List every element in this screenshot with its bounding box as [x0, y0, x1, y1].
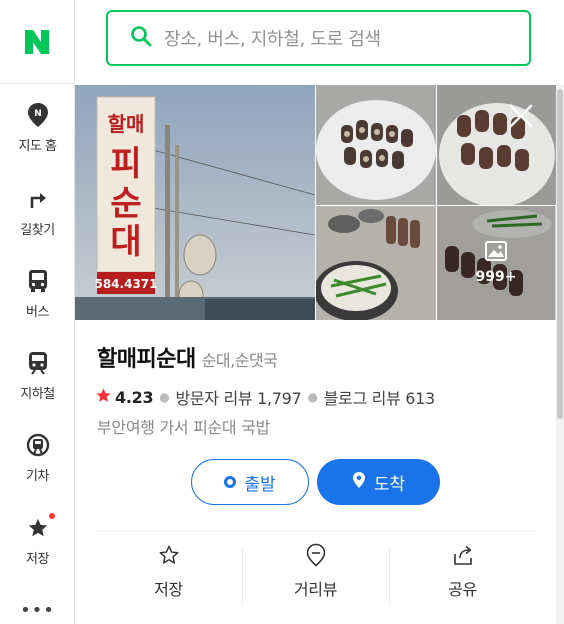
place-description: 부안여행 가서 피순대 국밥 — [97, 418, 270, 437]
destination-pin-icon — [352, 471, 366, 494]
photo-gallery: 할매 피 순 대 584.4371 999+ — [75, 85, 556, 320]
blog-reviews-link[interactable]: 블로그 리뷰 613 — [324, 385, 436, 409]
food-photo-1[interactable] — [316, 85, 436, 205]
side-nav: N 지도 홈 길찾기 버스 지하철 기차 저장 ••• — [0, 0, 75, 624]
train-icon — [25, 432, 51, 458]
action-label: 공유 — [448, 580, 477, 599]
search-icon — [130, 25, 152, 51]
scrollbar-thumb[interactable] — [557, 89, 563, 419]
sidebar-label: 저장 — [26, 552, 49, 567]
close-button[interactable] — [508, 103, 534, 129]
depart-label: 출발 — [244, 474, 276, 495]
place-title-row: 할매피순대 순대,순댓국 — [97, 341, 278, 373]
main-photo[interactable]: 할매 피 순 대 584.4371 — [75, 85, 315, 320]
star-outline-icon — [157, 543, 181, 567]
share-action-button[interactable]: 공유 — [389, 543, 536, 603]
sidebar-label: 버스 — [26, 305, 49, 320]
naver-n-icon — [25, 29, 49, 54]
place-panel: 할매 피 순 대 584.4371 999+ 할매피순대 순대,순댓국 4.23… — [75, 85, 556, 624]
map-pin-n-icon: N — [25, 102, 51, 128]
origin-dot-icon — [224, 476, 237, 488]
naver-logo[interactable] — [0, 0, 74, 84]
photo-count: 999+ — [475, 269, 517, 285]
star-icon — [25, 513, 55, 541]
more-menu-button[interactable]: ••• — [0, 600, 75, 621]
notification-dot — [48, 513, 55, 519]
sidebar-item-directions[interactable]: 길찾기 — [0, 186, 75, 238]
search-box[interactable]: 장소, 버스, 지하철, 도로 검색 — [106, 10, 531, 66]
rating-value: 4.23 — [115, 387, 154, 407]
sidebar-item-bus[interactable]: 버스 — [0, 268, 75, 320]
separator-dot: ● — [307, 390, 318, 404]
sign-phone: 584.4371 — [94, 277, 157, 291]
sidebar-item-subway[interactable]: 지하철 — [0, 350, 75, 402]
panel-scrollbar[interactable] — [556, 85, 564, 624]
action-label: 거리뷰 — [293, 580, 338, 599]
svg-text:N: N — [34, 109, 42, 119]
street-view-action-button[interactable]: 거리뷰 — [242, 543, 389, 603]
visitor-reviews-link[interactable]: 방문자 리뷰 1,797 — [175, 385, 301, 409]
sign-text-bottom: 대 — [110, 222, 141, 262]
rating-star-icon — [95, 387, 112, 408]
food-photo-3[interactable] — [316, 206, 436, 320]
sign-text-mid1: 피 — [110, 144, 141, 184]
sign-text-mid2: 순 — [110, 184, 141, 224]
place-name: 할매피순대 — [97, 347, 196, 372]
action-label: 저장 — [154, 580, 183, 599]
arrive-label: 도착 — [373, 474, 406, 495]
arrive-button[interactable]: 도착 — [317, 459, 440, 505]
more-photos-overlay[interactable]: 999+ — [437, 206, 555, 320]
food-photo-2[interactable] — [437, 85, 556, 205]
street-view-icon — [304, 543, 328, 567]
sidebar-item-map-home[interactable]: N 지도 홈 — [0, 102, 75, 154]
save-action-button[interactable]: 저장 — [95, 543, 242, 603]
place-category: 순대,순댓국 — [201, 351, 278, 370]
sidebar-item-saved[interactable]: 저장 — [0, 513, 75, 567]
bus-icon — [25, 268, 51, 294]
directions-arrow-icon — [25, 186, 51, 212]
depart-button[interactable]: 출발 — [191, 459, 309, 505]
sidebar-item-train[interactable]: 기차 — [0, 432, 75, 484]
place-meta: 4.23 ● 방문자 리뷰 1,797 ● 블로그 리뷰 613 — [95, 385, 435, 409]
sign-text-top: 할매 — [108, 112, 145, 136]
close-icon — [509, 104, 533, 128]
sidebar-label: 기차 — [26, 469, 49, 484]
share-icon — [451, 543, 475, 567]
subway-icon — [25, 350, 51, 376]
divider — [95, 531, 536, 532]
image-icon — [485, 241, 507, 265]
search-placeholder: 장소, 버스, 지하철, 도로 검색 — [164, 29, 381, 50]
separator-dot: ● — [159, 390, 170, 404]
sidebar-label: 지도 홈 — [18, 139, 57, 154]
sidebar-label: 길찾기 — [20, 223, 55, 238]
sidebar-label: 지하철 — [20, 387, 55, 402]
